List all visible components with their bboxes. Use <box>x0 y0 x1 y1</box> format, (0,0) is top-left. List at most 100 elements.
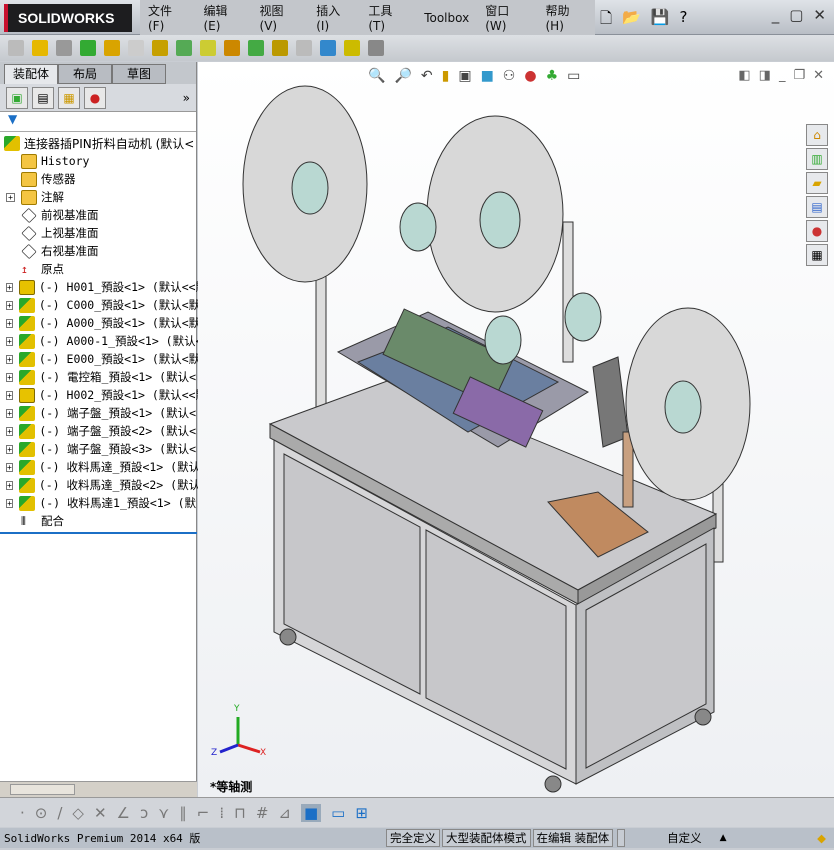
open-folder-icon[interactable]: 📂 <box>622 8 641 33</box>
menu-item[interactable]: 工具(T) <box>360 2 416 33</box>
shaded-view-icon[interactable]: ■ <box>300 803 322 822</box>
chamfer-icon[interactable]: ⋎ <box>158 804 169 822</box>
perpendicular-icon[interactable]: ⌐ <box>197 804 210 822</box>
tree-item[interactable]: 传感器 <box>0 170 196 188</box>
expand-icon[interactable]: + <box>6 192 15 202</box>
tree-item[interactable]: 连接器插PIN折料自动机 (默认< <box>0 134 196 152</box>
filter-button[interactable]: ▼ <box>0 112 196 132</box>
smart-fasteners-icon[interactable] <box>104 40 120 56</box>
four-view-icon[interactable]: ⊞ <box>355 804 368 822</box>
tree-item[interactable]: ⫴ 配合 <box>0 512 196 530</box>
tree-item[interactable]: + (-) A000_預設<1> (默认<默 <box>0 314 200 332</box>
tree-item[interactable]: + (-) 端子盤_預設<2> (默认< <box>0 422 196 440</box>
expand-icon[interactable]: + <box>6 408 14 418</box>
point-icon[interactable]: · <box>20 804 25 822</box>
tab-assembly[interactable]: 装配体 <box>4 64 58 84</box>
tree-item[interactable]: + (-) 收料馬達_預設<2> (默认 <box>0 476 200 494</box>
show-hidden-icon[interactable] <box>152 40 168 56</box>
tree-item[interactable]: + (-) 收料馬達_預設<1> (默认 <box>0 458 200 476</box>
performance-icon[interactable] <box>368 40 384 56</box>
save-icon[interactable]: 💾 <box>651 8 670 33</box>
line-icon[interactable]: / <box>57 804 62 822</box>
expand-icon[interactable]: + <box>6 390 13 400</box>
expand-icon[interactable]: + <box>6 354 13 364</box>
expand-icon[interactable]: + <box>6 480 13 490</box>
menu-item[interactable]: 插入(I) <box>308 2 360 33</box>
parallel-icon[interactable]: ∥ <box>179 804 187 822</box>
insert-component-icon[interactable] <box>8 40 24 56</box>
expand-icon[interactable]: + <box>6 462 13 472</box>
menu-item[interactable]: 窗口(W) <box>477 2 537 33</box>
minimize-icon[interactable]: _ <box>772 6 780 24</box>
scroll-thumb[interactable] <box>10 784 75 795</box>
tab-layout[interactable]: 布局 <box>58 64 112 84</box>
new-document-icon[interactable]: 🗋 <box>600 8 612 33</box>
units-selector[interactable]: 自定义 <box>667 830 702 846</box>
horizontal-scrollbar[interactable] <box>0 781 197 797</box>
tree-item[interactable]: + (-) 電控箱_預設<1> (默认< <box>0 368 196 386</box>
new-motion-study-icon[interactable] <box>224 40 240 56</box>
fillet-icon[interactable]: ↄ <box>140 804 148 822</box>
feature-manager-icon[interactable]: ▣ <box>6 86 28 109</box>
menu-item[interactable]: 编辑(E) <box>195 2 251 33</box>
assembly-model[interactable] <box>198 62 834 797</box>
graphics-area[interactable]: 🔍 🔎 ↶ ▮ ▣ ■ ⚇ ● ♣ ▭ ◧ ◨ _ ❐ ✕ ⌂ ▥ ▰ ▤ ● … <box>198 62 834 797</box>
new-part-icon[interactable] <box>32 40 48 56</box>
tree-item[interactable]: + (-) H002_預設<1> (默认<<默 <box>0 386 207 404</box>
dimension-icon[interactable]: ⊓ <box>234 804 246 822</box>
move-component-icon[interactable] <box>128 40 144 56</box>
display-manager-icon[interactable]: ● <box>84 86 106 109</box>
property-manager-icon[interactable]: ▤ <box>32 86 54 109</box>
menu-item[interactable]: 帮助(H) <box>537 2 595 33</box>
trim-icon[interactable]: ✕ <box>94 804 107 822</box>
tree-item[interactable]: 上视基准面 <box>0 224 196 242</box>
coincident-icon[interactable]: ⁞ <box>219 804 224 822</box>
tree-item[interactable]: + 注解 <box>0 188 196 206</box>
expand-icon[interactable]: + <box>6 300 13 310</box>
units-arrow-icon[interactable]: ▲ <box>720 833 727 843</box>
rebuild-tag-icon[interactable]: ◆ <box>817 831 826 845</box>
tree-item[interactable]: 右视基准面 <box>0 242 196 260</box>
explode-line-icon[interactable] <box>296 40 312 56</box>
tree-item[interactable]: + (-) H001_預設<1> (默认<<默 <box>0 278 207 296</box>
close-icon[interactable]: ✕ <box>813 6 826 24</box>
tree-item[interactable]: + (-) C000_預設<1> (默认<默 <box>0 296 200 314</box>
maximize-icon[interactable]: ▢ <box>789 6 803 24</box>
linear-pattern-icon[interactable] <box>80 40 96 56</box>
exploded-view-icon[interactable] <box>272 40 288 56</box>
menu-item[interactable]: 文件(F) <box>140 2 195 33</box>
tree-item[interactable]: + (-) A000-1_預設<1> (默认< <box>0 332 203 350</box>
assembly-features-icon[interactable] <box>176 40 192 56</box>
expand-icon[interactable]: + <box>6 336 13 346</box>
single-view-icon[interactable]: ▭ <box>331 804 345 822</box>
tree-item[interactable]: 前视基准面 <box>0 206 196 224</box>
expand-chevron-icon[interactable]: » <box>183 91 190 105</box>
bill-of-materials-icon[interactable] <box>248 40 264 56</box>
tree-item[interactable]: + (-) 端子盤_預設<1> (默认< <box>0 404 196 422</box>
expand-icon[interactable]: + <box>6 318 13 328</box>
circle-icon[interactable]: ⊙ <box>35 804 48 822</box>
tree-item[interactable]: + (-) E000_預設<1> (默认<默 <box>0 350 200 368</box>
polygon-icon[interactable]: ◇ <box>72 804 84 822</box>
configuration-manager-icon[interactable]: ▦ <box>58 86 80 109</box>
grid-icon[interactable]: # <box>256 804 269 822</box>
menu-item[interactable]: Toolbox <box>416 11 477 25</box>
tab-sketch[interactable]: 草图 <box>112 64 166 84</box>
tree-item[interactable]: ↥ 原点 <box>0 260 196 278</box>
rollback-bar[interactable] <box>0 532 197 534</box>
tree-item[interactable]: + (-) 收料馬達1_預設<1> (默 <box>0 494 196 512</box>
expand-icon[interactable]: + <box>6 372 14 382</box>
expand-icon[interactable]: + <box>6 426 14 436</box>
interference-icon[interactable] <box>320 40 336 56</box>
clearance-icon[interactable] <box>344 40 360 56</box>
mate-icon[interactable] <box>56 40 72 56</box>
expand-icon[interactable]: + <box>6 498 14 508</box>
expand-icon[interactable]: + <box>6 444 14 454</box>
tree-item[interactable]: + (-) 端子盤_預設<3> (默认< <box>0 440 196 458</box>
angle-dimension-icon[interactable]: ⊿ <box>278 804 291 822</box>
reference-geometry-icon[interactable] <box>200 40 216 56</box>
menu-item[interactable]: 视图(V) <box>252 2 309 33</box>
tree-item[interactable]: History <box>0 152 196 170</box>
expand-icon[interactable]: + <box>6 282 13 292</box>
help-icon[interactable]: ? <box>679 8 687 33</box>
